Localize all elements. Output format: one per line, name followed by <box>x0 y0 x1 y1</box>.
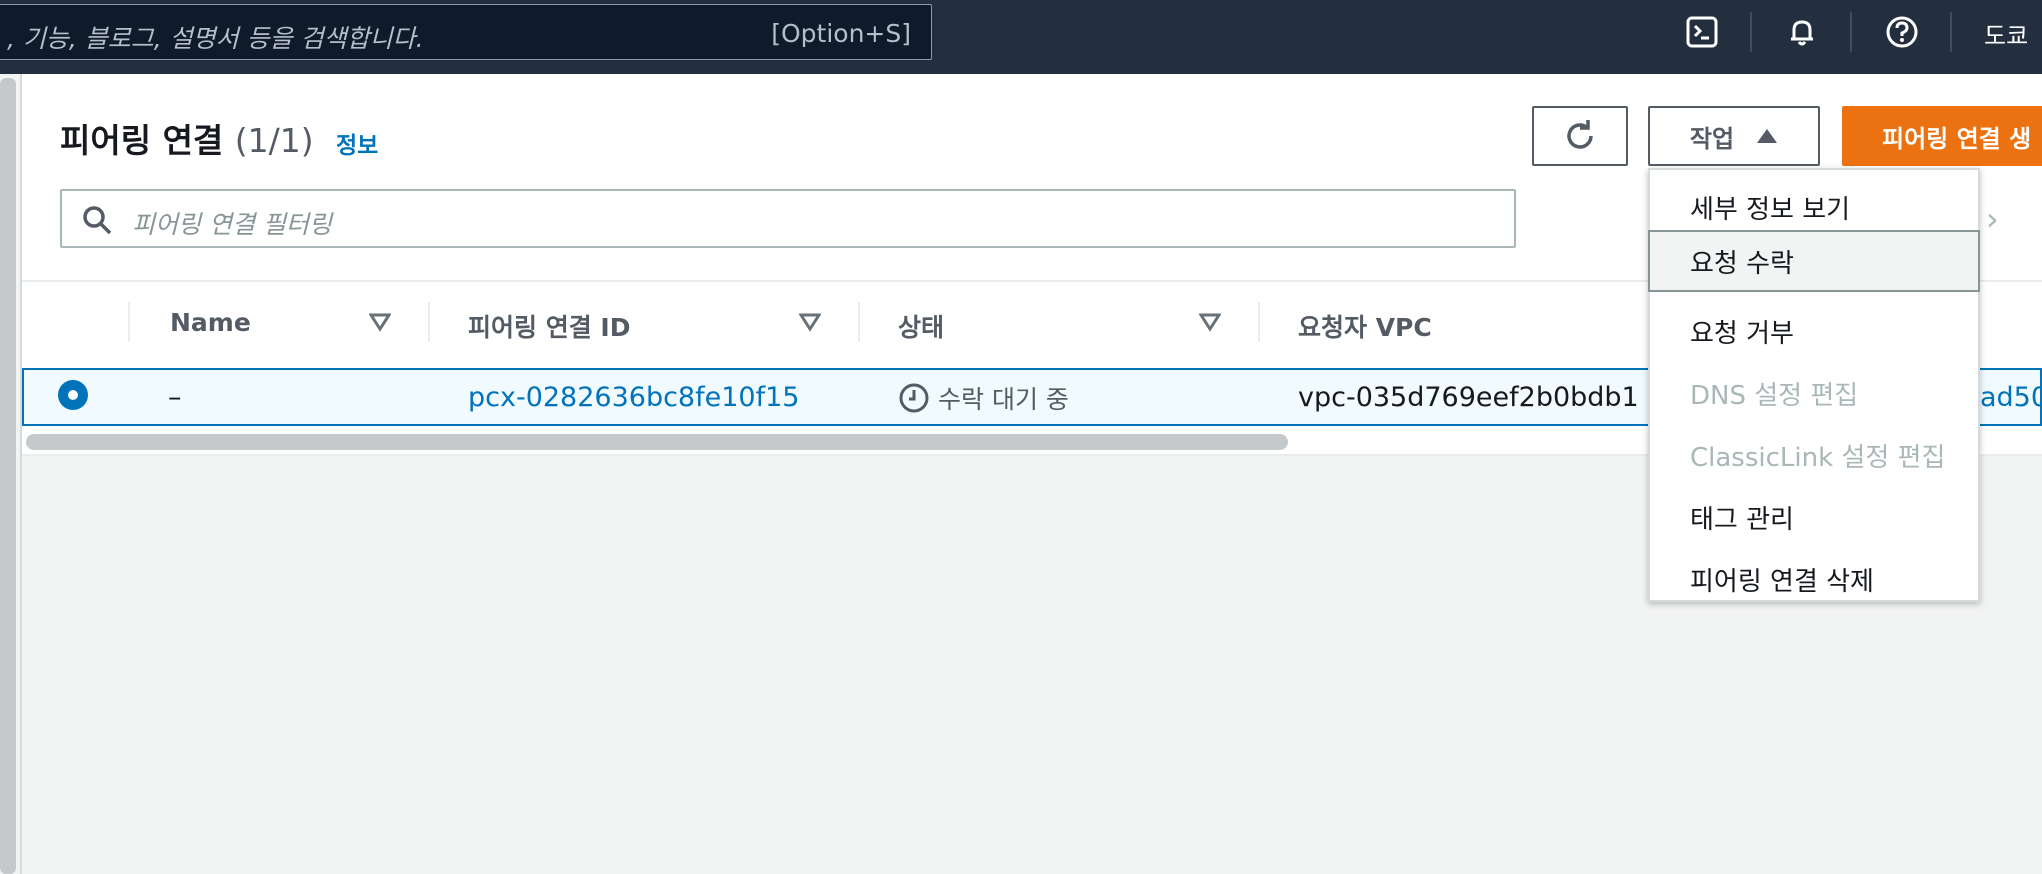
refresh-icon <box>1567 120 1593 149</box>
menu-item-edit-classiclink-settings: ClassicLink 설정 편집 <box>1690 442 1946 473</box>
column-header-peering-id[interactable]: 피어링 연결 ID <box>468 308 630 344</box>
search-shortcut-hint: [Option+S] <box>771 19 911 48</box>
column-header-requester-vpc[interactable]: 요청자 VPC <box>1298 308 1432 344</box>
menu-item-view-details[interactable]: 세부 정보 보기 <box>1650 176 1978 238</box>
filter-placeholder: 피어링 연결 필터링 <box>132 210 332 239</box>
row-peering-id-link[interactable]: pcx-0282636bc8fe10f15 <box>468 382 799 413</box>
row-status-text: 수락 대기 중 <box>938 385 1069 414</box>
menu-item-delete-peering-connection[interactable]: 피어링 연결 삭제 <box>1650 548 1978 610</box>
column-separator <box>858 302 860 342</box>
horizontal-scrollbar[interactable] <box>26 434 1288 450</box>
side-navigation-scrollbar[interactable] <box>0 78 16 874</box>
row-name-cell: – <box>168 382 182 413</box>
region-selector[interactable]: 도쿄 <box>1984 16 2028 51</box>
info-link[interactable]: 정보 <box>336 126 378 160</box>
menu-item-reject-request[interactable]: 요청 거부 <box>1650 300 1978 362</box>
selection-count: (1/1) <box>234 121 314 160</box>
search-placeholder: , 기능, 블로그, 설명서 등을 검색합니다. <box>7 24 424 53</box>
row-radio-button[interactable] <box>58 380 88 410</box>
menu-item-accept-request[interactable]: 요청 수락 <box>1648 230 1980 292</box>
actions-dropdown-menu: 세부 정보 보기 요청 수락 요청 거부 DNS 설정 편집 ClassicLi… <box>1648 168 1980 602</box>
filter-input[interactable]: 피어링 연결 필터링 <box>60 189 1516 248</box>
menu-item-edit-dns-settings: DNS 설정 편집 <box>1690 380 1859 411</box>
actions-button[interactable]: 작업 <box>1648 106 1820 166</box>
menu-item-manage-tags[interactable]: 태그 관리 <box>1650 486 1978 548</box>
create-peering-connection-button[interactable]: 피어링 연결 생 <box>1842 106 2042 166</box>
caret-up-icon <box>1757 129 1778 143</box>
column-header-status[interactable]: 상태 <box>898 308 944 344</box>
page-title-text: 피어링 연결 <box>60 121 224 160</box>
refresh-button[interactable] <box>1532 106 1628 166</box>
create-button-label: 피어링 연결 생 <box>1882 124 2032 153</box>
next-page-chevron-icon[interactable]: › <box>1986 200 1999 238</box>
column-separator <box>428 302 430 342</box>
sort-icon[interactable] <box>1199 312 1221 332</box>
topbar-divider <box>1750 12 1752 52</box>
column-separator <box>1258 302 1260 342</box>
actions-button-label: 작업 <box>1689 124 1735 153</box>
topbar-divider <box>1950 12 1952 52</box>
row-accepter-vpc-link[interactable]: ad50 <box>1980 382 2042 413</box>
sort-icon[interactable] <box>369 312 391 332</box>
top-navigation-bar: , 기능, 블로그, 설명서 등을 검색합니다. [Option+S] 도쿄 <box>0 0 2042 74</box>
column-separator <box>128 302 130 342</box>
row-requester-vpc-cell: vpc-035d769eef2b0bdb1 <box>1298 382 1639 413</box>
sort-icon[interactable] <box>799 312 821 332</box>
search-icon <box>83 206 112 235</box>
page-title: 피어링 연결 (1/1) <box>60 114 314 162</box>
global-search-input[interactable]: , 기능, 블로그, 설명서 등을 검색합니다. [Option+S] <box>0 4 932 60</box>
topbar-divider <box>1850 12 1852 52</box>
clock-icon <box>899 383 929 413</box>
column-header-name[interactable]: Name <box>170 308 251 337</box>
row-status-cell: 수락 대기 중 <box>898 380 1069 416</box>
cloudshell-icon[interactable] <box>1684 14 1720 50</box>
bell-icon[interactable] <box>1784 14 1820 50</box>
help-icon[interactable] <box>1884 14 1920 50</box>
